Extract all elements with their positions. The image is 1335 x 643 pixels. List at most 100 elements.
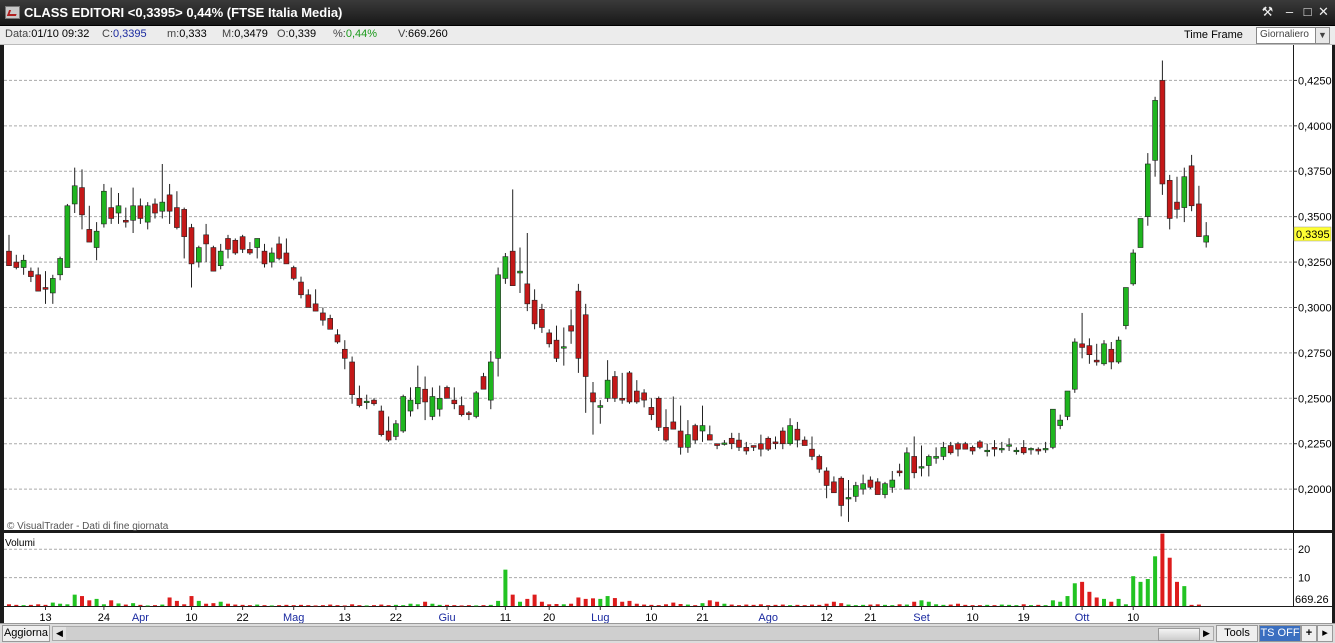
volume-bar <box>707 600 712 606</box>
candle-body <box>1101 343 1107 365</box>
volume-bar <box>715 601 720 606</box>
candle-body <box>721 442 728 445</box>
candle-body <box>794 428 801 441</box>
minimize-icon[interactable]: – <box>1281 3 1298 21</box>
scroll-left-icon[interactable]: ◀ <box>53 627 66 640</box>
candle-body <box>1086 345 1093 356</box>
candle-body <box>356 398 363 406</box>
volume-bar <box>810 604 814 606</box>
volume-bar <box>773 604 778 606</box>
candle-body <box>159 201 166 212</box>
chart-scrollbar[interactable]: ◀ ▶ <box>52 626 1214 641</box>
price-tick-label: 0,2250 <box>1298 439 1332 451</box>
volume-bar <box>532 594 537 606</box>
candle-body <box>42 287 49 290</box>
scroll-right-icon[interactable]: ▶ <box>1200 627 1213 640</box>
volume-bar <box>269 605 274 607</box>
volume-bar <box>1021 604 1026 606</box>
date-tick-label: Ago <box>758 612 778 623</box>
price-panel <box>4 45 1293 530</box>
candle-body <box>845 497 852 500</box>
date-tick-label: 12 <box>820 612 832 623</box>
tools-icon[interactable]: ⚒ <box>1259 3 1276 21</box>
candle-body <box>1115 339 1122 363</box>
candle-body <box>49 278 56 294</box>
candle-body <box>670 421 677 430</box>
candle-body <box>371 399 377 405</box>
candle-body <box>458 405 465 415</box>
close-readout: C:0,3395 <box>102 28 147 40</box>
volume-bar <box>883 604 887 606</box>
volume-bar <box>1189 604 1194 606</box>
ts-off-button[interactable]: TS OFF <box>1259 625 1301 642</box>
price-tick-label: 0,3500 <box>1298 212 1332 224</box>
volume-bar <box>605 596 610 606</box>
volume-bar <box>167 597 172 606</box>
candle-body <box>604 379 611 399</box>
volume-bar <box>328 604 333 606</box>
volume-bar <box>415 604 420 606</box>
price-tick-label: 0,4000 <box>1298 121 1332 133</box>
volume-bar <box>780 604 785 606</box>
chart-watermark: © VisualTrader - Dati di fine giornata <box>7 521 169 532</box>
volume-bar <box>1131 576 1136 606</box>
date-tick-label: Set <box>913 612 930 623</box>
timeframe-select[interactable]: Giornaliero ▼ <box>1256 27 1330 44</box>
tools-button[interactable]: Tools <box>1216 625 1258 642</box>
volume-bar <box>1050 600 1055 606</box>
price-tick-label: 0,3000 <box>1298 302 1332 314</box>
candle-body <box>1196 203 1202 237</box>
expand-arrow-icon[interactable]: ▸ <box>1317 625 1333 642</box>
add-button[interactable]: + <box>1301 625 1317 642</box>
volume-bar <box>218 601 223 606</box>
max-readout: M:0,3479 <box>222 28 268 40</box>
candle-body <box>20 259 27 268</box>
volume-bar <box>831 601 836 606</box>
volume-bar <box>123 604 128 606</box>
volume-bar <box>569 603 574 606</box>
date-tick-label: 24 <box>98 612 110 623</box>
date-tick-label: Mag <box>283 612 304 623</box>
volume-bar <box>320 605 325 606</box>
volume-bar <box>1036 604 1041 606</box>
candle-body <box>232 239 239 254</box>
date-tick-label: 20 <box>543 612 555 623</box>
date-tick-label: 10 <box>645 612 657 623</box>
candle-body <box>1145 163 1151 217</box>
candle-body <box>93 230 100 248</box>
refresh-button[interactable]: Aggiorna <box>2 625 50 642</box>
volume-bar <box>189 596 194 606</box>
candle-body <box>480 376 487 390</box>
candle-body <box>123 219 129 223</box>
candle-body <box>728 437 735 445</box>
candle-body <box>86 229 93 243</box>
volume-bar <box>948 604 953 606</box>
volume-bar <box>583 598 588 606</box>
candle-body <box>553 339 560 359</box>
volume-bar <box>437 604 442 606</box>
candle-body <box>823 470 830 486</box>
date-tick-label: 10 <box>185 612 197 623</box>
volume-bar <box>963 604 968 606</box>
candle-body <box>1188 165 1195 207</box>
close-icon[interactable]: ✕ <box>1315 3 1332 21</box>
candle-body <box>137 205 144 219</box>
volume-bar <box>1072 583 1077 606</box>
volume-bar <box>204 603 209 606</box>
candle-body <box>582 314 589 377</box>
volume-bar <box>612 598 617 606</box>
scroll-thumb[interactable] <box>1158 628 1200 641</box>
volume-bar <box>890 605 895 606</box>
candle-body <box>531 299 538 325</box>
candle-body <box>787 425 793 445</box>
candle-body <box>517 270 523 274</box>
price-chart[interactable]: 0,4250 0,4000 0,3750 0,3500 0,3250 0,3000 0,27… <box>0 45 1335 623</box>
volume-bar <box>926 601 931 606</box>
maximize-icon[interactable]: □ <box>1299 3 1316 21</box>
min-readout: m:0,333 <box>167 28 207 40</box>
candle-body <box>706 434 713 441</box>
dropdown-arrow-icon[interactable]: ▼ <box>1315 28 1329 43</box>
volume-bar <box>233 604 238 606</box>
price-tick-label: 0,2750 <box>1298 348 1332 360</box>
candle-body <box>918 466 925 469</box>
